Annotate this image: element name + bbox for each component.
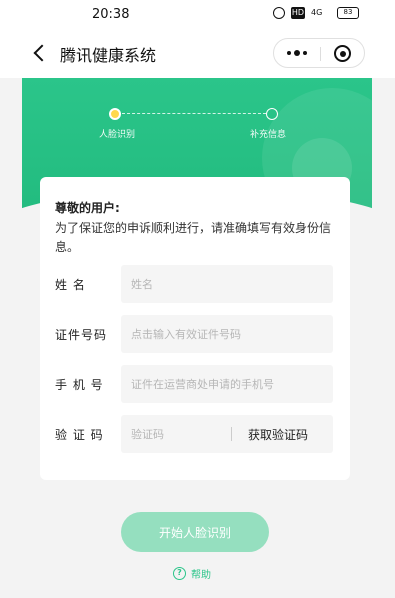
alarm-icon [273,7,285,19]
code-label: 验 证 码 [55,428,104,442]
phone-input[interactable] [121,365,333,403]
status-icons: HD 4G 83 [273,7,359,19]
question-circle-icon: ? [173,567,186,580]
signal-icon: 4G [311,8,323,17]
record-icon[interactable] [334,45,351,62]
nav-bar: 腾讯健康系统 [0,28,395,78]
step-label-info: 补充信息 [250,130,287,140]
name-label: 姓 名 [55,278,86,292]
form-card: 尊敬的用户: 为了保证您的申诉顺利进行，请准确填写有效身份信息。 姓 名 证件号… [40,177,350,480]
hd-icon: HD [291,7,305,19]
step-active-dot [109,108,121,120]
step-connector [122,113,266,114]
name-input[interactable] [121,265,333,303]
get-code-button[interactable]: 获取验证码 [248,426,308,443]
status-time: 20:38 [92,7,130,22]
phone-row: 手 机 号 [55,365,335,403]
greeting: 尊敬的用户: [55,201,120,215]
verification-code-input[interactable] [121,415,226,453]
code-divider [231,427,232,441]
status-bar: 20:38 HD 4G 83 [0,0,395,28]
more-icon[interactable] [274,39,320,67]
id-label: 证件号码 [55,328,108,342]
capsule-divider [320,47,321,61]
code-row: 验 证 码 获取验证码 [55,415,335,453]
phone-label: 手 机 号 [55,378,104,392]
step-label-face: 人脸识别 [99,130,136,140]
battery-icon: 83 [337,7,359,19]
name-row: 姓 名 [55,265,335,303]
code-area: 获取验证码 [226,415,333,453]
mini-program-capsule [273,38,365,68]
step-inactive-dot [266,108,278,120]
help-label: 帮助 [191,570,211,581]
chevron-left-icon[interactable] [30,42,50,64]
id-number-input[interactable] [121,315,333,353]
notice-text: 为了保证您的申诉顺利进行，请准确填写有效身份信息。 [55,221,332,254]
progress-steps: 人脸识别 补充信息 [22,108,372,148]
page-title: 腾讯健康系统 [60,46,157,65]
start-face-recognition-button[interactable]: 开始人脸识别 [121,512,269,552]
id-row: 证件号码 [55,315,335,353]
help-link[interactable]: ? 帮助 [173,566,211,581]
